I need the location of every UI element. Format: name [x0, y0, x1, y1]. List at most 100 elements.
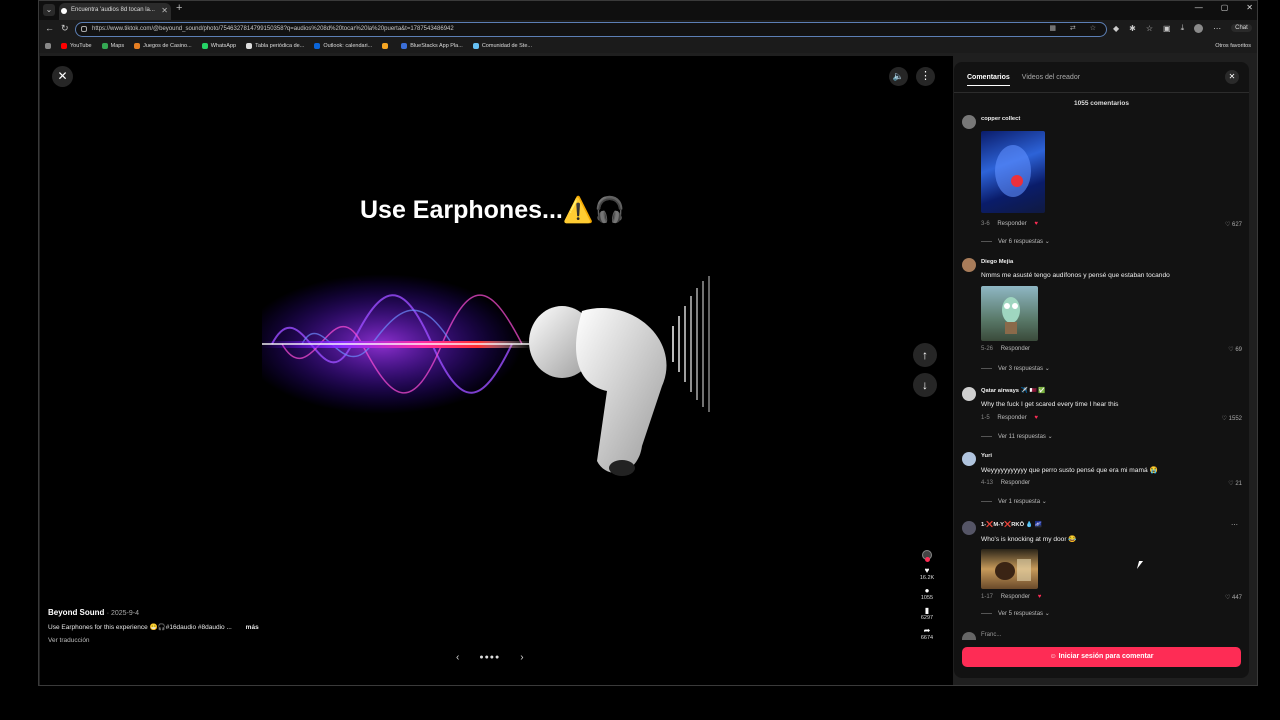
reply-button[interactable]: Responder [1001, 480, 1030, 486]
bookmark-item[interactable]: WhatsApp [201, 43, 236, 49]
avatar[interactable] [962, 115, 976, 129]
save-button[interactable]: ▮ 6297 [921, 606, 933, 621]
comment-like-button[interactable]: ♡ 21 [1228, 480, 1242, 487]
bookmark-item[interactable]: BlueStacks App Pla... [401, 43, 463, 49]
bookmark-item[interactable] [382, 43, 391, 49]
comment-username[interactable]: Qatar airways ✈️ 🇶🇦 ✅ [981, 388, 1046, 394]
comment-username[interactable]: Diego Mejia [981, 259, 1013, 265]
share-button[interactable]: ➦ 6674 [921, 626, 933, 641]
comment-item: Qatar airways ✈️ 🇶🇦 ✅ Why the fuck I get… [962, 387, 1242, 447]
collections-icon[interactable]: ▣ [1163, 24, 1171, 33]
description-line: Use Earphones for this experience 😁🎧#16d… [48, 623, 408, 631]
author-name[interactable]: Beyond Sound [48, 608, 104, 617]
profile-avatar[interactable] [1194, 23, 1204, 33]
more-options-icon[interactable]: ⋮ [916, 67, 935, 86]
next-video-button[interactable]: ↓ [913, 373, 937, 397]
bookmark-item[interactable]: Maps [101, 43, 125, 49]
view-replies-button[interactable]: Ver 3 respuestas ⌄ [981, 365, 1050, 372]
reload-icon[interactable]: ↻ [61, 23, 69, 34]
menu-dots-icon[interactable]: ⋯ [1213, 24, 1221, 33]
other-bookmarks-folder[interactable]: Otros favoritos [1215, 43, 1251, 49]
tab-search-button[interactable]: ⌄ [43, 4, 55, 16]
avatar[interactable] [962, 632, 976, 640]
reply-button[interactable]: Responder [1001, 594, 1030, 600]
tab-creator-videos[interactable]: Videos del creador [1022, 74, 1080, 86]
extensions-puzzle-icon[interactable]: ✱ [1129, 24, 1136, 33]
comment-username[interactable]: 1-❌M-Y❌RKŌ 💧 🌌 [981, 522, 1042, 528]
translate-link[interactable]: Ver traducción [48, 637, 408, 644]
avatar[interactable] [962, 452, 976, 466]
chat-button[interactable]: Chat [1231, 24, 1252, 32]
bookmark-favicon-icon [314, 43, 321, 49]
comment-like-button[interactable]: ♡ 1552 [1222, 415, 1242, 422]
comment-like-button[interactable]: ♡ 627 [1225, 221, 1242, 228]
bookmark-label: Maps [110, 43, 125, 49]
bookmark-item[interactable]: Outlook: calendari... [314, 43, 372, 49]
downloads-icon[interactable]: ⤓ [1181, 23, 1185, 33]
pager-dots[interactable]: ●●●● [479, 654, 500, 661]
chevron-right-icon[interactable]: › [520, 652, 523, 663]
more-link[interactable]: más [246, 624, 259, 631]
bookmark-item[interactable]: Juegos de Casino... [134, 43, 192, 49]
comment-image-sticker[interactable] [981, 286, 1038, 341]
save-count: 6297 [920, 615, 934, 621]
reply-button[interactable]: Responder [997, 221, 1026, 227]
tab-title: Encuentra 'audios 8d tocan la... [71, 7, 155, 13]
avatar[interactable] [962, 258, 976, 272]
heart-icon: ♥ [924, 566, 930, 575]
browser-tab[interactable]: Encuentra 'audios 8d tocan la... ✕ [59, 3, 171, 20]
close-icon[interactable]: ✕ [52, 66, 73, 87]
address-bar-icons[interactable]: ▦ ⇄ ☆ [1049, 23, 1102, 35]
comment-button[interactable]: ● 1055 [921, 586, 933, 601]
bookmark-item[interactable]: Comunidad de Ste... [472, 43, 532, 49]
extension-icon[interactable]: ◆ [1113, 24, 1119, 33]
follow-plus-icon[interactable] [925, 557, 930, 562]
back-arrow-icon[interactable]: ← [45, 23, 54, 33]
site-info-icon[interactable] [81, 26, 87, 32]
comment-username[interactable]: Yuri [981, 453, 992, 459]
comment-image-sticker[interactable] [981, 131, 1045, 213]
bookmark-item[interactable]: YouTube [61, 43, 92, 49]
login-to-comment-button[interactable]: ☺ Iniciar sesión para comentar [962, 647, 1241, 667]
browser-toolbar: ← ↻ https://www.tiktok.com/@beyound_soun… [39, 20, 1257, 39]
comment-like-button[interactable]: ♡ 69 [1228, 346, 1242, 353]
comments-panel: Comentarios Videos del creador ✕ 1055 co… [954, 62, 1249, 678]
new-tab-button[interactable]: + [176, 2, 182, 14]
reply-button[interactable]: Responder [1001, 346, 1030, 352]
reply-button[interactable]: Responder [997, 415, 1026, 421]
bookmark-apps-icon[interactable] [45, 43, 51, 49]
tab-comments[interactable]: Comentarios [967, 74, 1010, 86]
toolbar-extensions: ◆ ✱ ☆ ▣ ⤓ ⋯ Chat [1113, 23, 1252, 33]
comment-more-icon[interactable]: ⋯ [1231, 521, 1238, 529]
volume-icon[interactable]: 🔈 [889, 67, 908, 86]
share-count: 6674 [920, 635, 934, 641]
video-caption: Beyond Sound · 2025-9-4 Use Earphones fo… [48, 608, 408, 644]
bookmark-item[interactable]: Tabla periódica de... [246, 43, 304, 49]
comment-like-button[interactable]: ♡ 447 [1225, 594, 1242, 601]
maximize-button[interactable]: ▢ [1221, 3, 1229, 12]
view-replies-button[interactable]: Ver 11 respuestas ⌄ [981, 433, 1053, 440]
view-replies-button[interactable]: Ver 1 respuesta ⌄ [981, 498, 1047, 505]
view-replies-button[interactable]: Ver 6 respuestas ⌄ [981, 238, 1050, 245]
chevron-left-icon[interactable]: ‹ [456, 652, 459, 663]
bookmark-label: YouTube [70, 43, 92, 49]
comment-image-sticker[interactable] [981, 549, 1038, 589]
minimize-button[interactable]: — [1195, 3, 1203, 12]
favorites-star-icon[interactable]: ☆ [1146, 24, 1153, 33]
view-replies-button[interactable]: Ver 5 respuestas ⌄ [981, 610, 1050, 617]
address-bar[interactable]: https://www.tiktok.com/@beyound_sound/ph… [75, 22, 1107, 37]
bookmark-icon: ▮ [924, 606, 930, 615]
tab-close-icon[interactable]: ✕ [161, 3, 168, 18]
comment-item: copper collect 3-6 Responder ♥ ♡ 627 Ver… [962, 115, 1242, 250]
close-window-button[interactable]: ✕ [1246, 3, 1253, 12]
avatar[interactable] [962, 387, 976, 401]
comment-username[interactable]: copper collect [981, 116, 1020, 122]
creator-avatar[interactable] [922, 550, 932, 562]
avatar[interactable] [962, 521, 976, 535]
comment-username[interactable]: Franc... [981, 632, 1001, 638]
previous-video-button[interactable]: ↑ [913, 343, 937, 367]
bookmark-favicon-icon [134, 43, 141, 49]
like-button[interactable]: ♥ 16.2K [920, 566, 934, 581]
comment-text: Why the fuck I get scared every time I h… [981, 401, 1119, 408]
close-icon[interactable]: ✕ [1225, 70, 1239, 84]
